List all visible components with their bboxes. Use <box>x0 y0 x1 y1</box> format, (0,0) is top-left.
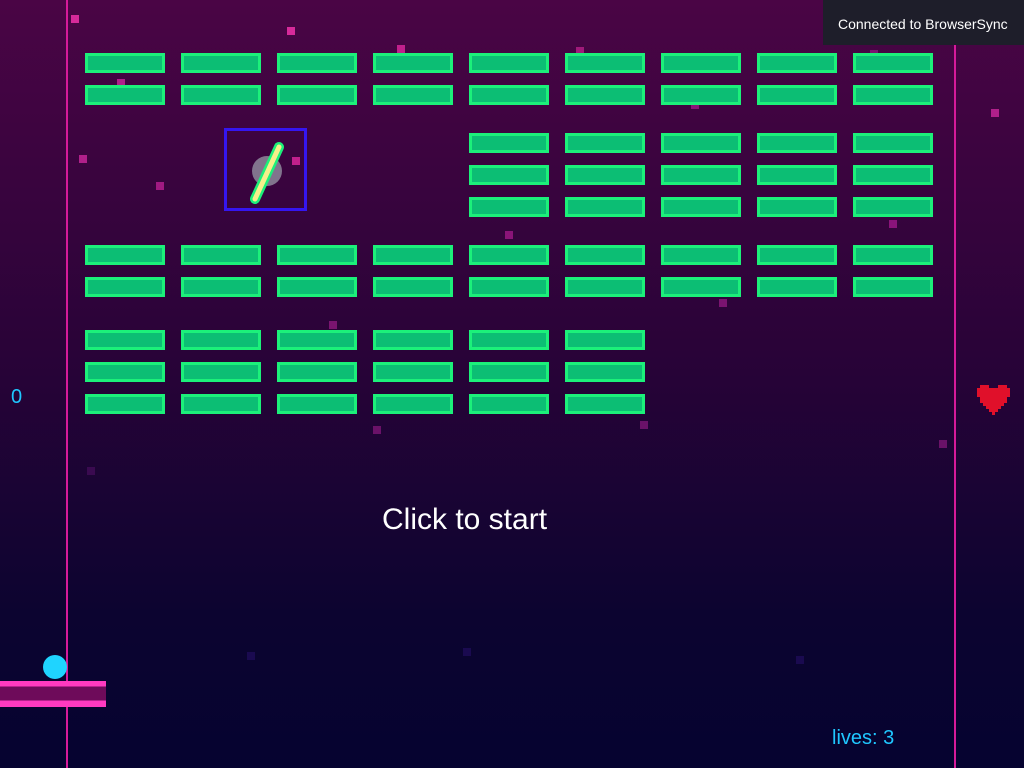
brick <box>277 362 357 382</box>
brick <box>565 245 645 265</box>
brick <box>373 330 453 350</box>
brick <box>757 133 837 153</box>
background-particle <box>397 45 405 53</box>
brick <box>565 165 645 185</box>
game-canvas[interactable]: 0 Click to start lives: 3 Connected to B… <box>0 0 1024 768</box>
brick <box>853 133 933 153</box>
brick <box>661 53 741 73</box>
brick <box>757 277 837 297</box>
brick <box>85 277 165 297</box>
brick <box>373 53 453 73</box>
heart-icon <box>977 385 1010 415</box>
brick <box>277 245 357 265</box>
brick <box>853 53 933 73</box>
background-particle <box>640 421 648 429</box>
paddle[interactable] <box>0 681 106 707</box>
brick <box>181 53 261 73</box>
brick <box>469 394 549 414</box>
brick <box>277 53 357 73</box>
background-particle <box>156 182 164 190</box>
brick <box>565 394 645 414</box>
brick <box>565 277 645 297</box>
brick <box>373 277 453 297</box>
brick <box>565 197 645 217</box>
background-particle <box>71 15 79 23</box>
browsersync-notification: Connected to BrowserSync <box>823 0 1024 45</box>
background-particle <box>79 155 87 163</box>
brick <box>277 85 357 105</box>
brick <box>469 330 549 350</box>
brick <box>85 85 165 105</box>
brick <box>373 394 453 414</box>
brick <box>277 277 357 297</box>
lives-counter: lives: 3 <box>832 727 895 749</box>
background-particle <box>87 467 95 475</box>
background-particle <box>719 299 727 307</box>
left-wall <box>66 0 68 768</box>
brick <box>181 362 261 382</box>
brick <box>181 245 261 265</box>
brick <box>469 165 549 185</box>
brick <box>565 85 645 105</box>
brick <box>469 277 549 297</box>
background-particle <box>939 440 947 448</box>
laser-powerup <box>224 128 307 211</box>
brick <box>661 277 741 297</box>
brick <box>277 394 357 414</box>
brick <box>565 133 645 153</box>
brick <box>469 85 549 105</box>
brick <box>85 53 165 73</box>
brick <box>661 165 741 185</box>
brick <box>85 330 165 350</box>
background-particle <box>796 656 804 664</box>
background-particle <box>373 426 381 434</box>
background-particle <box>463 648 471 656</box>
background-particle <box>889 220 897 228</box>
brick <box>853 197 933 217</box>
brick <box>565 362 645 382</box>
brick <box>853 245 933 265</box>
brick <box>181 394 261 414</box>
brick <box>661 197 741 217</box>
score-display: 0 <box>11 386 23 408</box>
brick <box>565 330 645 350</box>
brick <box>469 197 549 217</box>
brick <box>757 165 837 185</box>
laser-powerup-icon <box>250 142 284 204</box>
brick <box>85 394 165 414</box>
brick <box>469 245 549 265</box>
brick <box>757 85 837 105</box>
ball <box>43 655 67 679</box>
brick <box>757 245 837 265</box>
right-wall <box>954 0 956 768</box>
brick <box>373 245 453 265</box>
background-particle <box>329 321 337 329</box>
brick <box>469 133 549 153</box>
brick <box>853 165 933 185</box>
background-particle <box>287 27 295 35</box>
brick <box>853 85 933 105</box>
brick <box>661 133 741 153</box>
brick <box>661 85 741 105</box>
brick <box>85 245 165 265</box>
click-to-start-prompt[interactable]: Click to start <box>382 503 547 537</box>
brick <box>85 362 165 382</box>
background-particle <box>247 652 255 660</box>
brick <box>181 277 261 297</box>
brick <box>661 245 741 265</box>
brick <box>469 53 549 73</box>
background-particle <box>505 231 513 239</box>
brick <box>853 277 933 297</box>
brick <box>757 53 837 73</box>
background-particle <box>991 109 999 117</box>
brick <box>565 53 645 73</box>
brick <box>373 362 453 382</box>
brick <box>373 85 453 105</box>
brick <box>181 85 261 105</box>
brick <box>469 362 549 382</box>
brick <box>181 330 261 350</box>
brick <box>277 330 357 350</box>
brick <box>757 197 837 217</box>
